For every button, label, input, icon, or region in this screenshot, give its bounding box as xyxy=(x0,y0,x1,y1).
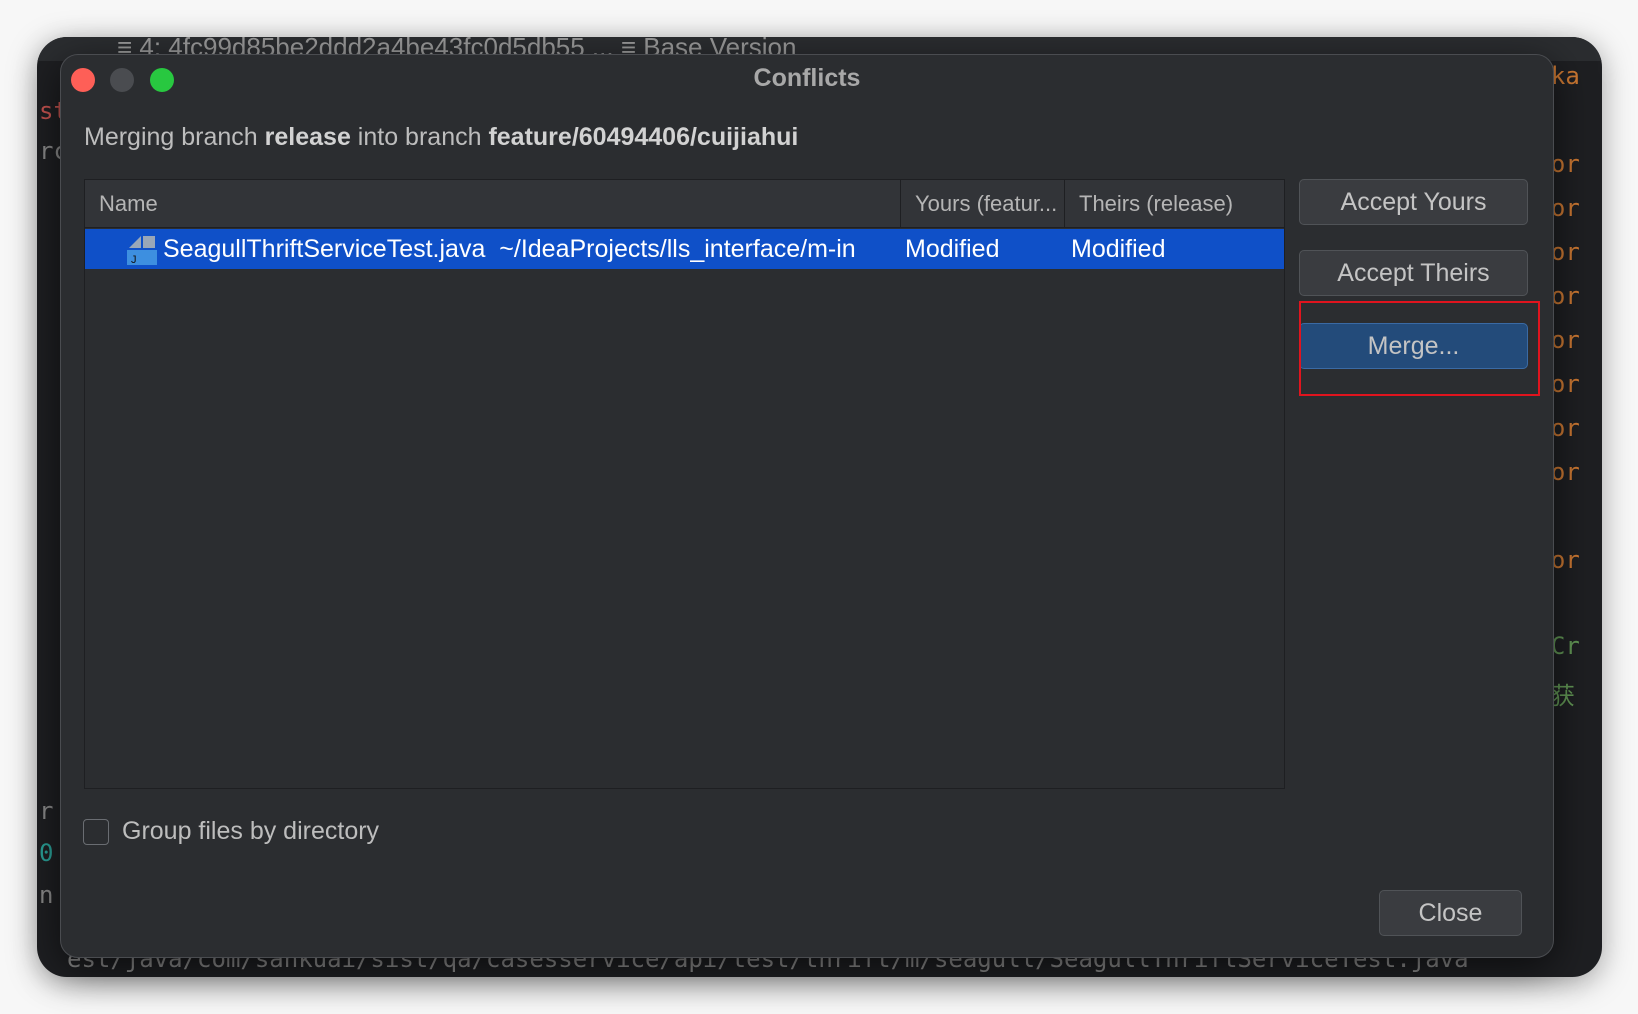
accept-theirs-button[interactable]: Accept Theirs xyxy=(1299,250,1528,296)
merge-description: Merging branch release into branch featu… xyxy=(84,123,798,152)
yours-status-cell: Modified xyxy=(905,235,1000,263)
conflicts-dialog: Conflicts Merging branch release into br… xyxy=(60,54,1554,958)
code-fragment: 0 xyxy=(39,839,54,867)
theirs-status-cell: Modified xyxy=(1071,235,1166,263)
group-files-label[interactable]: Group files by directory xyxy=(122,817,379,846)
java-file-icon: J xyxy=(127,236,157,265)
code-fragment: n xyxy=(39,881,54,909)
conflicts-table: Name Yours (featur... Theirs (release) J… xyxy=(84,179,1285,789)
table-row[interactable]: J SeagullThriftServiceTest.java ~/IdeaPr… xyxy=(85,229,1284,269)
column-header-theirs[interactable]: Theirs (release) xyxy=(1065,180,1286,227)
file-name: SeagullThriftServiceTest.java xyxy=(163,235,486,263)
column-header-yours[interactable]: Yours (featur... xyxy=(901,180,1065,227)
close-button[interactable]: Close xyxy=(1379,890,1522,936)
file-name-cell: SeagullThriftServiceTest.java ~/IdeaProj… xyxy=(163,229,901,269)
dialog-title: Conflicts xyxy=(753,64,861,92)
svg-text:J: J xyxy=(131,254,137,265)
subtitle-text: Merging branch xyxy=(84,123,265,151)
file-path: ~/IdeaProjects/lls_interface/m-in xyxy=(499,235,856,263)
group-files-checkbox[interactable] xyxy=(83,819,109,845)
merge-button[interactable]: Merge... xyxy=(1299,323,1528,369)
column-header-name[interactable]: Name xyxy=(85,180,901,227)
target-branch: feature/60494406/cuijiahui xyxy=(488,123,799,151)
code-fragment: r xyxy=(39,797,54,825)
accept-yours-button[interactable]: Accept Yours xyxy=(1299,179,1528,225)
subtitle-text: into branch xyxy=(350,123,489,151)
table-header: Name Yours (featur... Theirs (release) xyxy=(85,180,1284,228)
source-branch: release xyxy=(264,123,351,151)
